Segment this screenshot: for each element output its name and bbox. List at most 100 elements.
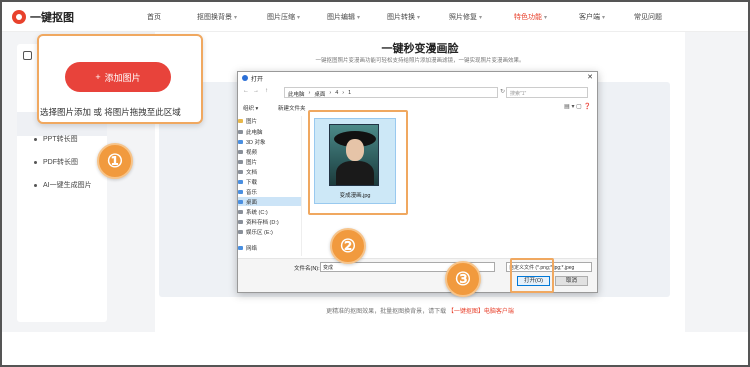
search-input[interactable]: 搜索"1": [506, 87, 588, 98]
sidebar-item-pdf[interactable]: PDF转长图: [34, 157, 78, 167]
breadcrumb-separator: ›: [308, 90, 311, 96]
organize-menu[interactable]: 组织 ▾: [243, 104, 258, 112]
nav-label: 常见问题: [634, 14, 662, 21]
breadcrumb-item[interactable]: 4: [335, 90, 338, 96]
add-image-button[interactable]: + 添加图片: [65, 62, 171, 92]
back-icon[interactable]: ←: [243, 88, 249, 94]
breadcrumb-item[interactable]: 此电脑: [288, 90, 305, 98]
nav-item-compress[interactable]: 图片压缩 ▾: [267, 12, 327, 22]
cancel-button[interactable]: 取消: [555, 276, 588, 286]
tree-item[interactable]: 资料存档 (D:): [238, 217, 301, 226]
dialog-titlebar: 打开 ✕: [238, 72, 597, 84]
network-icon: [238, 245, 243, 250]
chevron-down-icon: ▾: [297, 14, 301, 21]
step-badge-1: ①: [97, 143, 133, 179]
nav-item-features[interactable]: 特色功能 ▾: [514, 12, 579, 22]
nav-label: 首页: [147, 14, 161, 21]
upload-callout: + 添加图片 选择图片添加 或 将图片拖拽至此区域: [37, 34, 203, 124]
chevron-down-icon: ▾: [544, 14, 548, 21]
breadcrumb-separator: ›: [329, 90, 332, 96]
page-title: 一键秒变漫画脸: [381, 43, 459, 55]
refresh-icon[interactable]: ↻: [500, 88, 505, 95]
breadcrumb-separator: ›: [342, 90, 345, 96]
sidebar-item-ppt[interactable]: PPT转长图: [34, 134, 78, 144]
nav-item-client[interactable]: 客户端 ▾: [579, 12, 634, 22]
tree-item[interactable]: 网络: [238, 243, 301, 252]
new-folder-button[interactable]: 新建文件夹: [278, 104, 306, 112]
tree-label: 图片: [246, 159, 258, 166]
client-download-link[interactable]: 【一键抠图】电脑客户端: [448, 309, 514, 315]
nav-label: 抠图换背景: [197, 14, 232, 21]
page-subtitle: 一键抠图照片变漫画功能可轻松支持给照片添加漫画滤镜，一键实现照片变漫画效果。: [315, 58, 525, 64]
breadcrumb-item[interactable]: 桌面: [314, 90, 325, 98]
chevron-down-icon: ▾: [417, 14, 421, 21]
forward-icon[interactable]: →: [253, 88, 259, 94]
nav-item-home[interactable]: 首页: [147, 12, 197, 22]
tree-item[interactable]: 视频: [238, 147, 301, 156]
tree-label: 网络: [246, 245, 258, 252]
tree-label: 系统 (C:): [246, 209, 268, 216]
tree-item[interactable]: 系统 (C:): [238, 207, 301, 216]
tree-item-selected[interactable]: 桌面: [238, 197, 301, 206]
nav-item-faq[interactable]: 常见问题: [634, 12, 674, 22]
close-icon[interactable]: ✕: [587, 73, 593, 81]
tree-label: 桌面: [246, 199, 258, 206]
tree-item[interactable]: 娱乐区 (E:): [238, 227, 301, 236]
main-nav: 首页 抠图换背景 ▾ 图片压缩 ▾ 图片编辑 ▾ 图片转换 ▾ 照片修复 ▾ 特色功能 ▾ …: [147, 12, 674, 22]
bullet-icon: [34, 137, 37, 141]
tree-item[interactable]: 此电脑: [238, 127, 301, 136]
3d-objects-icon: [238, 139, 243, 144]
logo-text: 一键抠图: [30, 12, 74, 24]
step-badge-2: ②: [330, 228, 366, 264]
nav-item-edit[interactable]: 图片编辑 ▾: [327, 12, 387, 22]
file-highlight-box: [308, 110, 408, 215]
address-bar[interactable]: 此电脑 › 桌面 › 4 › 1: [284, 87, 498, 98]
logo[interactable]: 一键抠图: [12, 9, 74, 25]
download-icon: [238, 179, 243, 184]
tree-item[interactable]: 文档: [238, 167, 301, 176]
tree-item[interactable]: 音乐: [238, 187, 301, 196]
tree-label: 文档: [246, 169, 258, 176]
tree-label: 图片: [246, 118, 258, 125]
sidebar-item-label: PDF转长图: [43, 159, 78, 166]
top-nav-bar: 一键抠图 首页 抠图换背景 ▾ 图片压缩 ▾ 图片编辑 ▾ 图片转换 ▾ 照片修复 ▾ 特…: [2, 2, 748, 32]
nav-item-repair[interactable]: 照片修复 ▾: [449, 12, 514, 22]
nav-label: 图片编辑: [327, 14, 355, 21]
dialog-toolbar: 组织 ▾ 新建文件夹 ▤ ▾ ▢ ❓: [238, 103, 597, 113]
nav-label: 特色功能: [514, 14, 542, 21]
chevron-down-icon: ▾: [234, 14, 238, 21]
nav-label: 客户端: [579, 14, 600, 21]
nav-item-convert[interactable]: 图片转换 ▾: [387, 12, 449, 22]
chevron-down-icon: ▾: [479, 14, 483, 21]
bullet-icon: [34, 160, 37, 164]
app-icon: [242, 75, 248, 81]
tree-item[interactable]: 3D 对象: [238, 137, 301, 146]
tree-item[interactable]: 图片: [238, 157, 301, 166]
nav-item-cutout[interactable]: 抠图换背景 ▾: [197, 12, 267, 22]
nav-label: 图片压缩: [267, 14, 295, 21]
video-icon: [238, 149, 243, 154]
sidebar-toggle-icon[interactable]: [23, 51, 32, 60]
breadcrumb-item[interactable]: 1: [348, 90, 351, 96]
view-options[interactable]: ▤ ▾ ▢ ❓: [564, 103, 591, 110]
address-row: ← → ↑ 此电脑 › 桌面 › 4 › 1 ↻ 搜索"1": [238, 86, 597, 100]
step-badge-3: ③: [445, 261, 481, 297]
chevron-down-icon: ▾: [357, 14, 361, 21]
plus-icon: +: [95, 72, 101, 82]
sidebar-item-ai[interactable]: AI一键生成图片: [34, 180, 92, 190]
tree-item[interactable]: 图片: [238, 116, 301, 125]
music-icon: [238, 189, 243, 194]
up-icon[interactable]: ↑: [265, 88, 268, 94]
logo-icon: [12, 10, 26, 24]
tree-label: 此电脑: [246, 129, 263, 136]
documents-icon: [238, 169, 243, 174]
tree-label: 资料存档 (D:): [246, 219, 279, 226]
upload-hint: 选择图片添加 或 将图片拖拽至此区域: [40, 107, 181, 117]
folder-icon: [238, 118, 243, 123]
tree-item[interactable]: 下载: [238, 177, 301, 186]
drive-icon: [238, 219, 243, 224]
computer-icon: [238, 129, 243, 134]
tree-label: 下载: [246, 179, 258, 186]
add-image-label: 添加图片: [104, 72, 141, 83]
filename-label: 文件名(N):: [294, 266, 320, 272]
